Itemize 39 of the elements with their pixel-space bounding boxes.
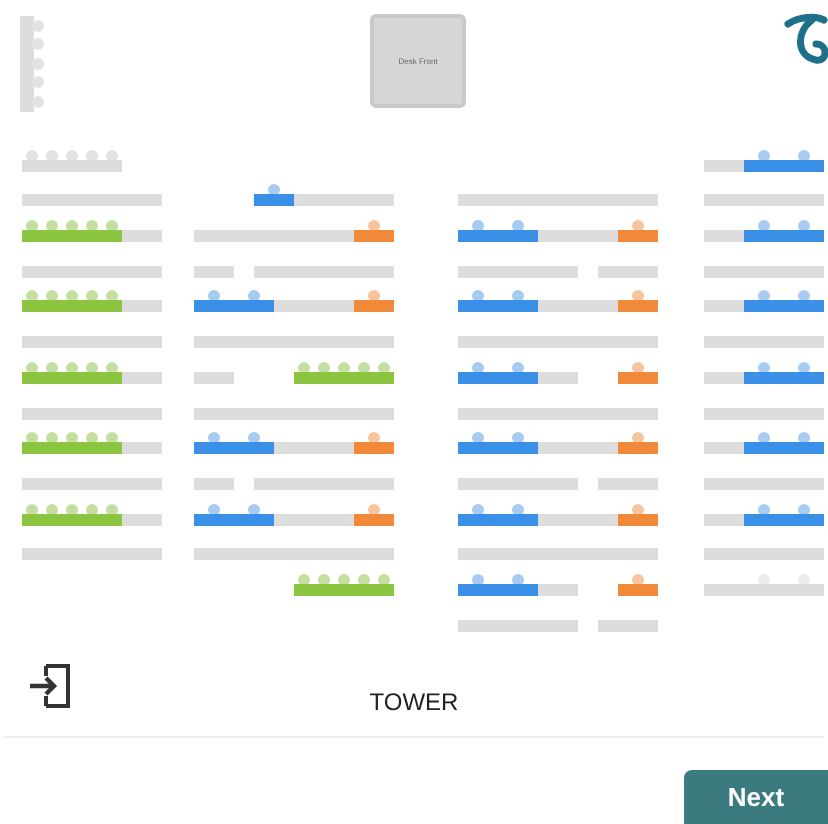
desk-seat[interactable]: [42, 290, 62, 313]
tower-label: TOWER: [367, 688, 461, 716]
desk-seat[interactable]: [82, 432, 102, 455]
desk-seat[interactable]: [102, 290, 122, 313]
next-button[interactable]: Next: [684, 770, 828, 824]
desk-seat[interactable]: [42, 432, 62, 455]
desk-seat[interactable]: [22, 220, 42, 243]
desk-seat[interactable]: [354, 573, 374, 596]
desk-seat[interactable]: [42, 361, 62, 384]
desk-seat[interactable]: [62, 432, 82, 455]
desk-seat[interactable]: [62, 220, 82, 243]
desk-seat[interactable]: [314, 361, 334, 384]
desk-seat[interactable]: [354, 361, 374, 384]
desk-seat[interactable]: [294, 361, 314, 384]
desk-seat[interactable]: [42, 503, 62, 526]
desk-seat[interactable]: [22, 290, 42, 313]
desk-seat[interactable]: [22, 361, 42, 384]
desk-seat[interactable]: [102, 432, 122, 455]
desk-seat[interactable]: [62, 503, 82, 526]
desk-seat[interactable]: [374, 573, 394, 596]
swirl-logo-icon: [784, 12, 828, 68]
desk-seat[interactable]: [102, 503, 122, 526]
desk-seat[interactable]: [294, 573, 314, 596]
desk-seat[interactable]: [102, 361, 122, 384]
desk-seat[interactable]: [334, 573, 354, 596]
desk-seat[interactable]: [22, 432, 42, 455]
desk-seat[interactable]: [62, 290, 82, 313]
desk-seat[interactable]: [82, 220, 102, 243]
desk-seat[interactable]: [82, 503, 102, 526]
desk-seat[interactable]: [62, 361, 82, 384]
enter-icon[interactable]: [28, 662, 72, 710]
desk-seat[interactable]: [334, 361, 354, 384]
desk-seat[interactable]: [82, 361, 102, 384]
desk-seat[interactable]: [82, 290, 102, 313]
desk-seat[interactable]: [374, 361, 394, 384]
desk-seat[interactable]: [102, 220, 122, 243]
desk-seat[interactable]: [314, 573, 334, 596]
desk-seat[interactable]: [22, 503, 42, 526]
desk-seat[interactable]: [42, 220, 62, 243]
